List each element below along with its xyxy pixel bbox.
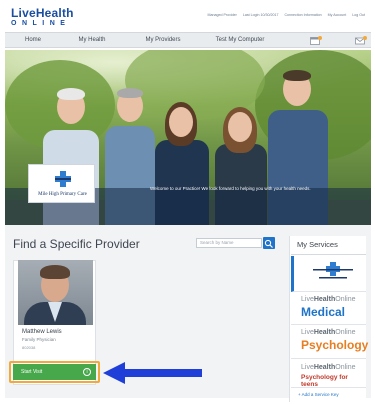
nav-test-my-computer[interactable]: Test My Computer	[205, 33, 275, 48]
my-services-title: My Services	[297, 240, 338, 249]
pointer-arrow-icon	[103, 362, 202, 384]
search-button[interactable]	[263, 237, 275, 249]
logo-online: ONLINE	[11, 20, 71, 27]
util-link-my-account[interactable]: My Account	[328, 13, 347, 17]
util-link-managed-provider[interactable]: Managed Provider	[208, 13, 237, 17]
service-item-medical[interactable]: LiveHealthOnline Medical	[291, 293, 366, 325]
nav-home[interactable]: Home	[13, 33, 53, 48]
logo-live: Live	[11, 6, 36, 20]
medical-cross-icon	[55, 171, 71, 187]
info-icon[interactable]: i	[83, 368, 91, 376]
clinic-logo: Mile High Primary Care	[28, 164, 95, 203]
nav-my-health[interactable]: My Health	[67, 33, 117, 48]
main-nav: Home My Health My Providers Test My Comp…	[5, 32, 371, 48]
find-provider-title: Find a Specific Provider	[13, 237, 140, 251]
util-last-login: Last Login 10/30/2017	[242, 13, 279, 17]
add-service-key-link[interactable]: + Add a Service Key	[298, 392, 339, 397]
service-name-medical: Medical	[301, 305, 346, 319]
livehealth-logo[interactable]: LiveHealth ONLINE	[11, 7, 74, 29]
service-item-clinic[interactable]	[291, 256, 366, 292]
service-name-psychology: Psychology	[301, 338, 369, 352]
service-name-psychology-teens: Psychology for teens	[301, 374, 348, 388]
start-visit-button[interactable]: Start Visit i	[13, 364, 96, 380]
service-brand: LiveHealthOnline	[301, 364, 356, 371]
clinic-service-logo-icon	[313, 262, 353, 279]
service-brand: LiveHealthOnline	[301, 296, 356, 303]
logo-health: Health	[35, 6, 74, 20]
provider-photo[interactable]	[18, 260, 93, 325]
provider-id: 802038	[22, 345, 36, 350]
clinic-name: Mile High Primary Care	[38, 192, 87, 197]
nav-my-providers[interactable]: My Providers	[133, 33, 193, 48]
welcome-text: Welcome to our Practice! We look forward…	[150, 186, 311, 191]
service-item-psychology-teens[interactable]: LiveHealthOnline Psychology for teens	[291, 360, 366, 388]
start-visit-label: Start Visit	[21, 369, 43, 375]
service-item-psychology[interactable]: LiveHealthOnline Psychology	[291, 326, 369, 359]
util-link-connection-info[interactable]: Connection Information	[284, 13, 321, 17]
utility-links: Managed Provider Last Login 10/30/2017 C…	[208, 13, 366, 17]
top-bar: LiveHealth ONLINE Managed Provider Last …	[5, 4, 371, 32]
search-icon	[264, 239, 273, 248]
provider-name: Matthew Lewis	[22, 329, 62, 335]
service-brand: LiveHealthOnline	[301, 329, 356, 336]
calendar-icon[interactable]	[310, 36, 322, 45]
util-link-log-out[interactable]: Log Out	[352, 13, 365, 17]
provider-search-input[interactable]: Search by Name	[196, 238, 262, 248]
messages-icon[interactable]	[355, 36, 367, 45]
provider-role: Family Physician	[22, 337, 56, 342]
